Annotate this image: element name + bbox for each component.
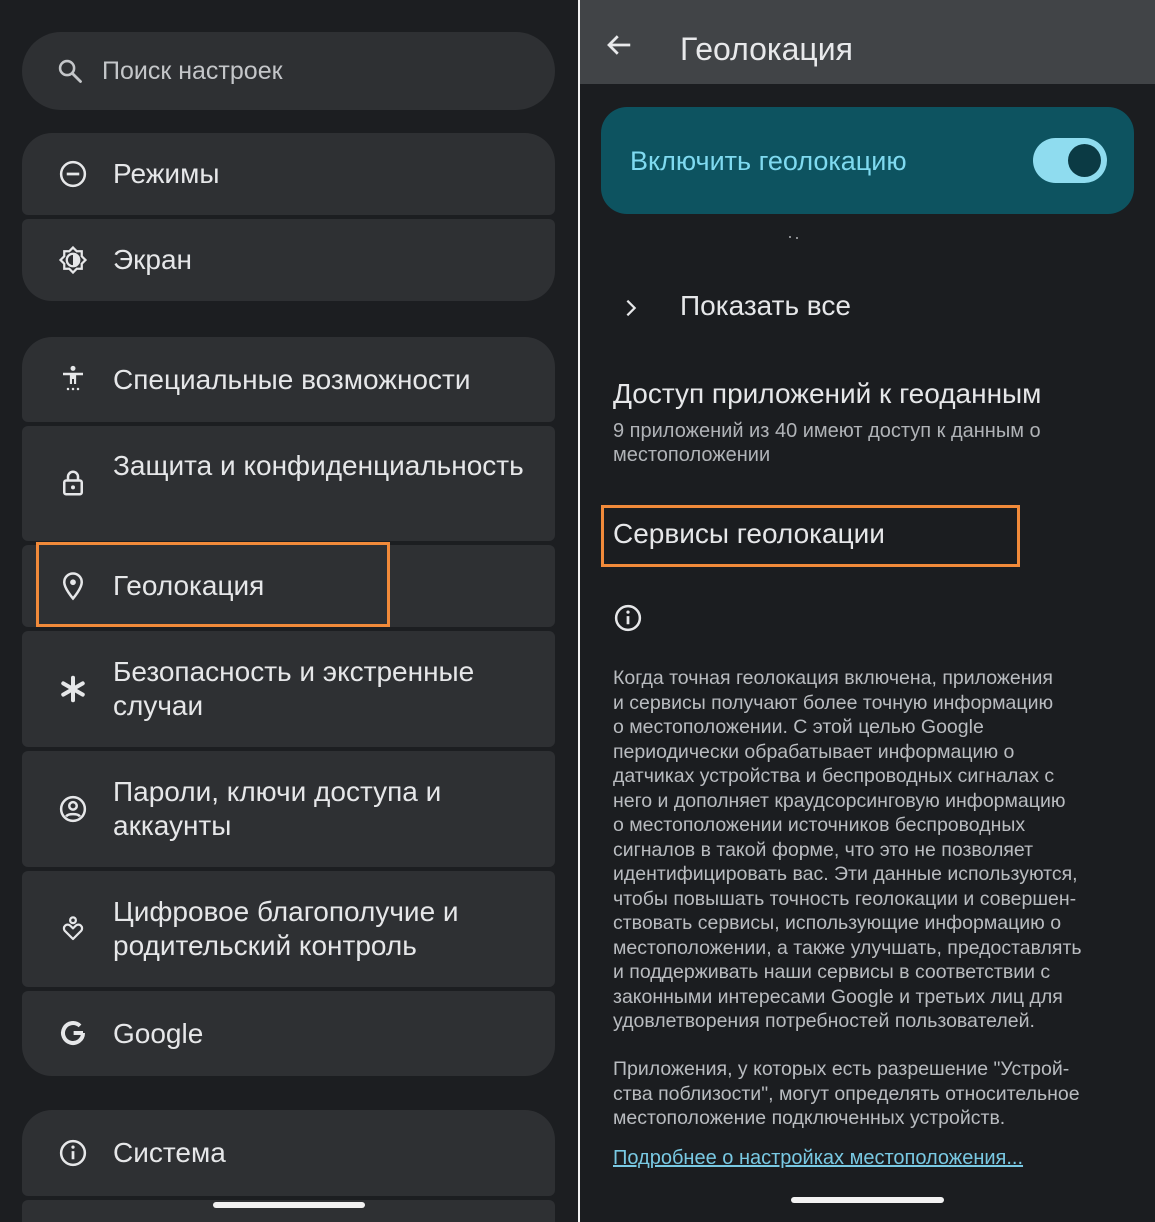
settings-item-security-privacy[interactable]: Защита и конфиденциальность <box>22 426 555 541</box>
settings-item-digital-wellbeing[interactable]: Цифровое благополучие и родительский кон… <box>22 871 555 987</box>
settings-item-label: Специальные возможности <box>113 364 471 395</box>
settings-item-label: Режимы <box>113 158 220 189</box>
app-location-access-summary: 9 приложений из 40 имеют доступ к данным… <box>613 420 1041 466</box>
use-location-toggle-row[interactable]: Включить геолокацию <box>601 107 1134 214</box>
switch-knob <box>1068 144 1101 177</box>
settings-item-label: Геолокация <box>113 570 265 601</box>
top-app-bar: Геолокация <box>580 0 1155 84</box>
nearby-devices-info-paragraph: Приложения, у которых есть разрешение "У… <box>613 1058 1080 1129</box>
settings-item-label: Цифровое благополучие и родительский кон… <box>113 896 459 961</box>
brightness-icon <box>58 245 88 275</box>
app-location-access-title[interactable]: Доступ приложений к геоданным <box>613 378 1041 410</box>
accessibility-icon <box>63 365 83 391</box>
account-circle-icon <box>59 795 87 823</box>
settings-item-label: Система <box>113 1137 226 1168</box>
settings-item-label: Защита и конфиденциальность <box>113 450 524 481</box>
settings-item-passwords-accounts[interactable]: Пароли, ключи доступа и аккаунты <box>22 751 555 867</box>
settings-item-google[interactable]: Google <box>22 991 555 1076</box>
settings-item-label: Безопасность и экстренные случаи <box>113 656 475 721</box>
settings-item-modes[interactable]: Режимы <box>22 133 555 215</box>
settings-item-safety-emergency[interactable]: Безопасность и экстренные случаи <box>22 631 555 747</box>
search-settings-field[interactable]: Поиск настроек <box>22 32 555 110</box>
recent-access-dots <box>789 236 803 239</box>
settings-main-panel: Поиск настроек Режимы Экран Специальные … <box>0 0 578 1222</box>
settings-item-location[interactable]: Геолокация <box>22 545 555 627</box>
gesture-nav-handle[interactable] <box>791 1197 944 1203</box>
do-not-disturb-icon <box>59 160 87 188</box>
lock-icon <box>63 470 83 496</box>
use-location-label: Включить геолокацию <box>630 146 907 176</box>
settings-item-label: Пароли, ключи доступа и аккаунты <box>113 776 442 841</box>
location-pin-icon <box>62 572 84 601</box>
google-g-icon <box>61 1021 85 1046</box>
wellbeing-icon <box>62 916 84 941</box>
settings-item-label: Google <box>113 1018 204 1049</box>
location-settings-panel: Геолокация Включить геолокацию Показать … <box>580 0 1155 1222</box>
back-arrow-icon[interactable] <box>604 30 634 60</box>
location-switch[interactable] <box>1033 138 1107 183</box>
learn-more-link[interactable]: Подробнее о настройках местоположения... <box>613 1147 1023 1170</box>
settings-item-system[interactable]: Система <box>22 1110 555 1196</box>
page-title: Геолокация <box>680 31 853 67</box>
location-services-item[interactable]: Сервисы геолокации <box>613 518 885 550</box>
settings-item-display[interactable]: Экран <box>22 219 555 301</box>
chevron-right-icon <box>626 299 637 317</box>
location-info-paragraph: Когда точная геолокация включена, прилож… <box>613 667 1082 1032</box>
show-all-button[interactable]: Показать все <box>680 290 851 322</box>
search-placeholder: Поиск настроек <box>102 57 283 85</box>
info-icon <box>614 604 642 632</box>
emergency-asterisk-icon <box>61 675 85 703</box>
settings-item-accessibility[interactable]: Специальные возможности <box>22 337 555 422</box>
settings-item-label: Экран <box>113 244 192 275</box>
info-icon <box>59 1139 87 1167</box>
search-icon <box>58 59 82 83</box>
gesture-nav-handle[interactable] <box>213 1202 365 1208</box>
